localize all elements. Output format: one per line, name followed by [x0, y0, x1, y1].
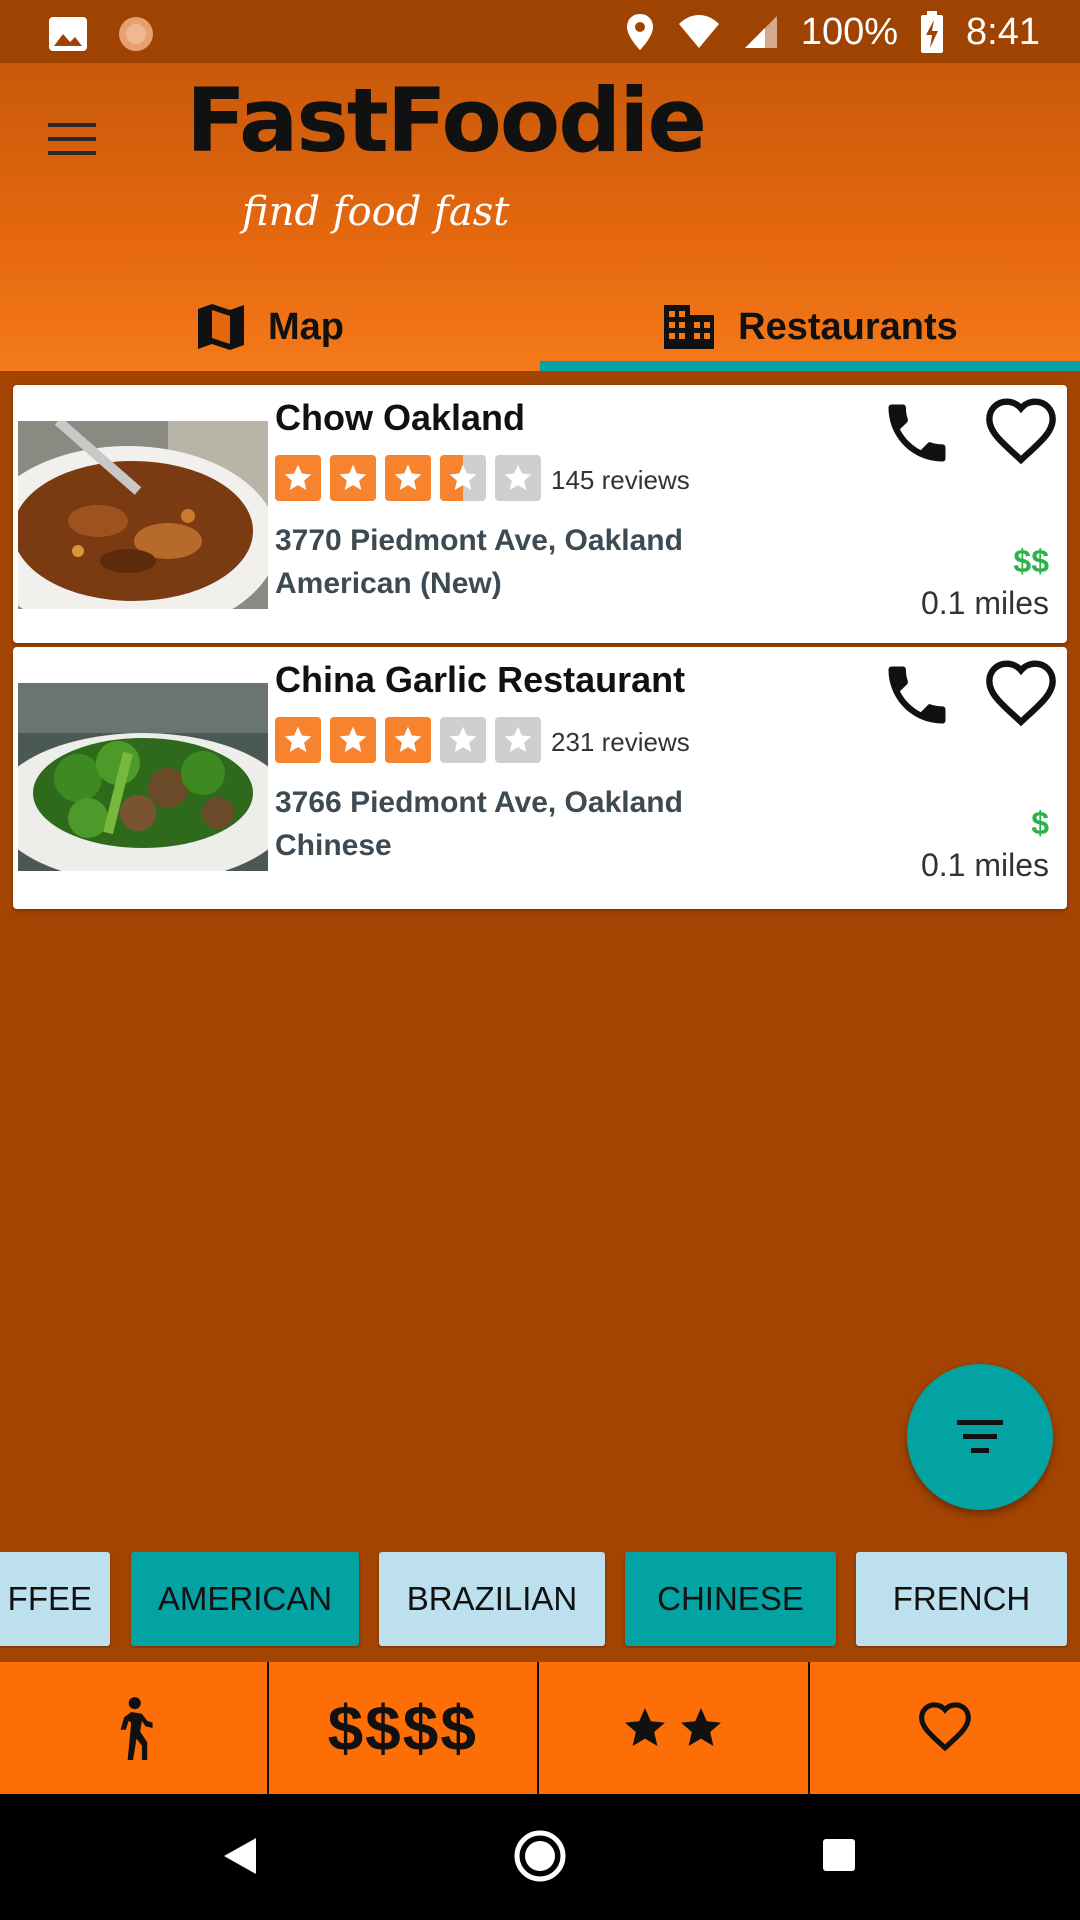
favorite-heart-icon[interactable]	[983, 657, 1059, 733]
favorites-filter-button[interactable]	[810, 1662, 1080, 1794]
chip-label: BRAZILIAN	[406, 1580, 578, 1617]
star-icon	[385, 717, 431, 763]
star-icon	[681, 1708, 722, 1746]
chip-label: FFEE	[7, 1580, 92, 1617]
chip-label: CHINESE	[657, 1580, 804, 1617]
app-bar: FastFoodie find food fast Map Restaurant…	[0, 63, 1080, 371]
phone-icon[interactable]	[879, 395, 955, 471]
restaurant-category: American (New)	[275, 567, 502, 600]
distance: 0.1 miles	[920, 585, 1049, 621]
logo-title: FastFoodie	[186, 69, 707, 172]
restaurant-category: Chinese	[275, 829, 392, 862]
filter-bar: $$$$	[0, 1662, 1080, 1794]
broccoli-photo	[18, 683, 268, 871]
chip-brazilian[interactable]: BRAZILIAN	[379, 1552, 605, 1646]
stew-photo	[18, 421, 268, 609]
distance: 0.1 miles	[920, 847, 1049, 883]
chip-label: AMERICAN	[157, 1580, 333, 1617]
tab-map[interactable]: Map	[0, 283, 540, 371]
phone-icon[interactable]	[879, 657, 955, 733]
favorite-heart-icon[interactable]	[983, 395, 1059, 471]
system-navigation-bar	[0, 1794, 1080, 1920]
heart-outline-icon	[918, 1702, 971, 1752]
star-icon	[330, 455, 376, 501]
status-bar: 100% 8:41	[0, 0, 1080, 63]
chip-label: FRENCH	[892, 1580, 1031, 1617]
selected-tab-indicator	[540, 361, 1080, 371]
distance-filter-button[interactable]	[0, 1662, 269, 1794]
empty-star-icon	[495, 717, 541, 763]
signal-icon	[744, 16, 777, 48]
location-icon	[626, 14, 653, 50]
tab-map-label: Map	[268, 305, 344, 348]
clock: 8:41	[966, 10, 1040, 53]
back-icon[interactable]	[222, 1836, 258, 1876]
price-filter-label: $$$$	[327, 1692, 478, 1764]
rating-filter-button[interactable]	[539, 1662, 810, 1794]
battery-percentage: 100%	[800, 10, 899, 53]
star-rating	[275, 717, 541, 763]
empty-star-icon	[495, 455, 541, 501]
price-level: $$	[1013, 543, 1049, 579]
restaurant-card[interactable]: Chow Oakland 145 reviews 3770 Piedmont A…	[13, 385, 1067, 643]
empty-star-icon	[440, 717, 486, 763]
logo-tagline: find food fast	[242, 189, 510, 235]
sort-filter-fab[interactable]	[907, 1364, 1053, 1510]
chip-chinese[interactable]: CHINESE	[625, 1552, 836, 1646]
tab-restaurants[interactable]: Restaurants	[540, 283, 1080, 371]
recents-icon[interactable]	[822, 1838, 856, 1872]
price-filter-button[interactable]: $$$$	[269, 1662, 540, 1794]
sort-icon	[957, 1420, 1003, 1453]
restaurant-address: 3766 Piedmont Ave, Oakland	[275, 786, 683, 819]
home-icon[interactable]	[514, 1830, 566, 1882]
tab-restaurants-label: Restaurants	[738, 305, 958, 348]
battery-charging-icon	[921, 11, 944, 53]
star-rating	[275, 455, 541, 501]
star-icon	[275, 717, 321, 763]
star-icon	[625, 1708, 666, 1746]
cuisine-chip-row: FFEE AMERICAN BRAZILIAN CHINESE FRENCH	[0, 1552, 1080, 1648]
menu-icon[interactable]	[44, 111, 100, 167]
review-count: 231 reviews	[551, 727, 690, 757]
image-notification-icon	[49, 17, 87, 51]
review-count: 145 reviews	[551, 465, 690, 495]
half-star-icon	[440, 455, 486, 501]
chip-american[interactable]: AMERICAN	[131, 1552, 359, 1646]
app-logo: FastFoodie find food fast	[186, 77, 707, 237]
app-notification-icon	[119, 17, 153, 51]
star-icon	[275, 455, 321, 501]
restaurant-card[interactable]: China Garlic Restaurant 231 reviews 3766…	[13, 647, 1067, 909]
wifi-icon	[678, 15, 719, 48]
chip-coffee[interactable]: FFEE	[0, 1552, 110, 1646]
walk-icon	[120, 1697, 153, 1760]
restaurant-name: China Garlic Restaurant	[275, 659, 686, 700]
restaurant-address-block: 3770 Piedmont Ave, Oakland American (New…	[275, 519, 683, 605]
building-icon	[664, 305, 715, 349]
restaurant-name: Chow Oakland	[275, 397, 526, 438]
chip-french[interactable]: FRENCH	[856, 1552, 1067, 1646]
star-icon	[330, 717, 376, 763]
restaurant-address-block: 3766 Piedmont Ave, Oakland Chinese	[275, 781, 683, 867]
star-icon	[385, 455, 431, 501]
tab-bar: Map Restaurants	[0, 283, 1080, 371]
restaurant-address: 3770 Piedmont Ave, Oakland	[275, 524, 683, 557]
map-icon	[198, 304, 244, 350]
price-level: $	[1031, 805, 1049, 841]
